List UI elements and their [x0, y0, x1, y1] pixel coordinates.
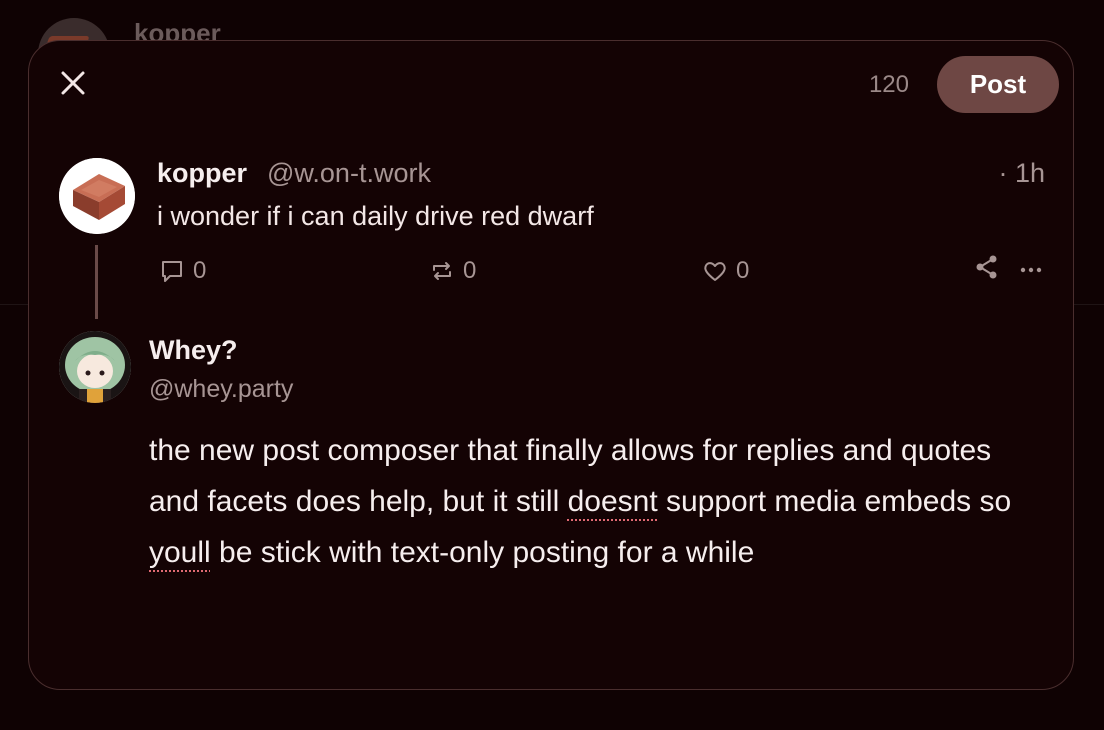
heart-icon — [704, 262, 726, 281]
thread-line — [95, 245, 98, 319]
misspelled-word: youll — [149, 536, 211, 569]
post-button[interactable]: Post — [937, 56, 1059, 113]
avatar — [59, 331, 131, 403]
parent-author-handle[interactable]: @w.on-t.work — [267, 158, 431, 189]
parent-post-time: · 1h — [998, 158, 1045, 188]
character-count: 120 — [868, 71, 909, 98]
close-button[interactable] — [55, 65, 91, 101]
avatar[interactable] — [59, 158, 135, 234]
reply-author-name: Whey? — [149, 335, 238, 365]
repost-icon — [433, 262, 451, 280]
reply-author-handle: @whey.party — [149, 375, 294, 403]
reply-text-segment: be stick with text-only posting for a wh… — [210, 536, 755, 569]
anime-avatar-image — [59, 331, 131, 403]
repost-count: 0 — [463, 257, 477, 284]
like-button[interactable]: 0 — [702, 257, 749, 285]
composer-modal: 120 Post kopper @w.on-t.work · 1h i wond… — [28, 40, 1074, 690]
reply-text-editor[interactable]: the new post composer that finally allow… — [149, 425, 1029, 578]
comment-icon — [162, 261, 182, 282]
reply-text-segment: support media embeds so — [657, 485, 1020, 518]
close-icon — [61, 71, 85, 95]
copper-ingot-avatar-image — [59, 158, 135, 234]
repost-button[interactable]: 0 — [429, 257, 476, 285]
more-icon — [1020, 267, 1042, 273]
parent-author-name[interactable]: kopper — [157, 158, 247, 189]
more-options-button[interactable] — [1019, 255, 1043, 279]
share-icon — [976, 255, 997, 279]
share-button[interactable] — [973, 253, 1001, 281]
misspelled-word: doesnt — [567, 485, 658, 518]
like-count: 0 — [736, 257, 750, 284]
reply-count: 0 — [193, 257, 207, 284]
parent-post-text: i wonder if i can daily drive red dwarf — [157, 201, 594, 231]
reply-button[interactable]: 0 — [159, 257, 206, 285]
